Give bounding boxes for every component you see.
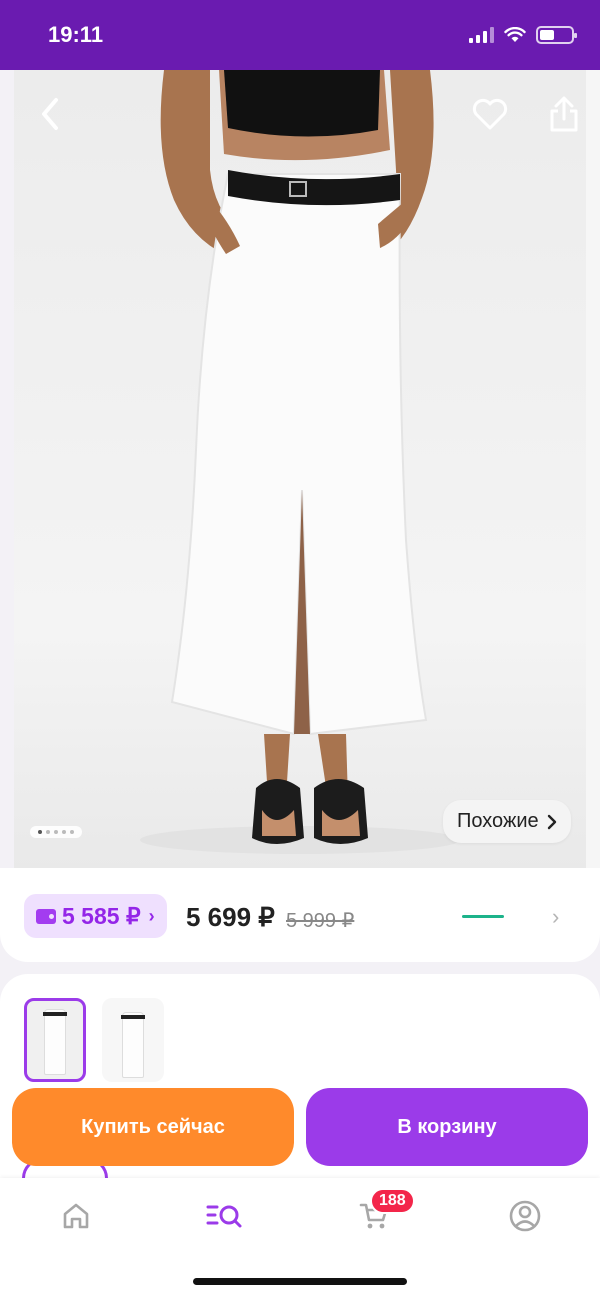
chevron-right-icon: › — [148, 905, 155, 926]
back-button[interactable] — [26, 90, 74, 138]
home-icon — [63, 1203, 89, 1229]
nav-home[interactable] — [56, 1196, 96, 1236]
variant-thumbnail-selected[interactable] — [24, 998, 86, 1082]
similar-button[interactable]: Похожие — [443, 800, 571, 843]
wallet-icon — [36, 908, 56, 924]
status-time: 19:11 — [48, 22, 104, 47]
similar-label: Похожие — [457, 810, 539, 832]
price-card: 5 585 ₽ › 5 699 ₽ 5 999 ₽ › — [0, 868, 600, 962]
price-indicator — [462, 915, 504, 918]
profile-icon — [509, 1200, 541, 1232]
chevron-right-icon — [547, 814, 556, 829]
wifi-icon — [504, 27, 526, 42]
favorite-button[interactable] — [466, 90, 514, 138]
nav-catalog[interactable] — [205, 1196, 245, 1236]
chevron-left-icon — [42, 98, 58, 130]
chevron-right-icon[interactable]: › — [552, 904, 559, 930]
cellular-signal-icon — [469, 27, 494, 43]
gallery-dot — [70, 830, 74, 834]
skirt-thumbnail-image — [121, 1012, 145, 1078]
gallery-dot — [54, 830, 58, 834]
wallet-price: 5 585 ₽ — [62, 902, 141, 929]
skirt-thumbnail-image — [43, 1009, 67, 1075]
gallery-dot — [62, 830, 66, 834]
status-bar: 19:11 — [0, 0, 600, 70]
battery-icon — [536, 26, 577, 44]
home-indicator — [193, 1278, 407, 1285]
catalog-search-icon — [206, 1205, 242, 1228]
heart-icon — [472, 98, 508, 130]
share-button[interactable] — [540, 90, 586, 138]
old-price: 5 999 ₽ — [286, 910, 355, 932]
variant-thumbnail[interactable] — [102, 998, 164, 1082]
current-price: 5 699 ₽ — [186, 902, 275, 932]
product-image — [140, 70, 460, 854]
gallery-pagination — [30, 826, 82, 838]
wallet-price-chip[interactable]: 5 585 ₽ › — [24, 894, 167, 938]
buy-now-button[interactable]: Купить сейчас — [12, 1088, 294, 1166]
cart-count-badge: 188 — [370, 1188, 415, 1214]
nav-profile[interactable] — [505, 1196, 545, 1236]
product-photo[interactable]: Похожие — [14, 70, 586, 870]
status-icons — [469, 26, 577, 44]
gallery-dot — [46, 830, 50, 834]
share-icon — [550, 96, 578, 132]
add-to-cart-button[interactable]: В корзину — [306, 1088, 588, 1166]
gallery-dot — [38, 830, 42, 834]
